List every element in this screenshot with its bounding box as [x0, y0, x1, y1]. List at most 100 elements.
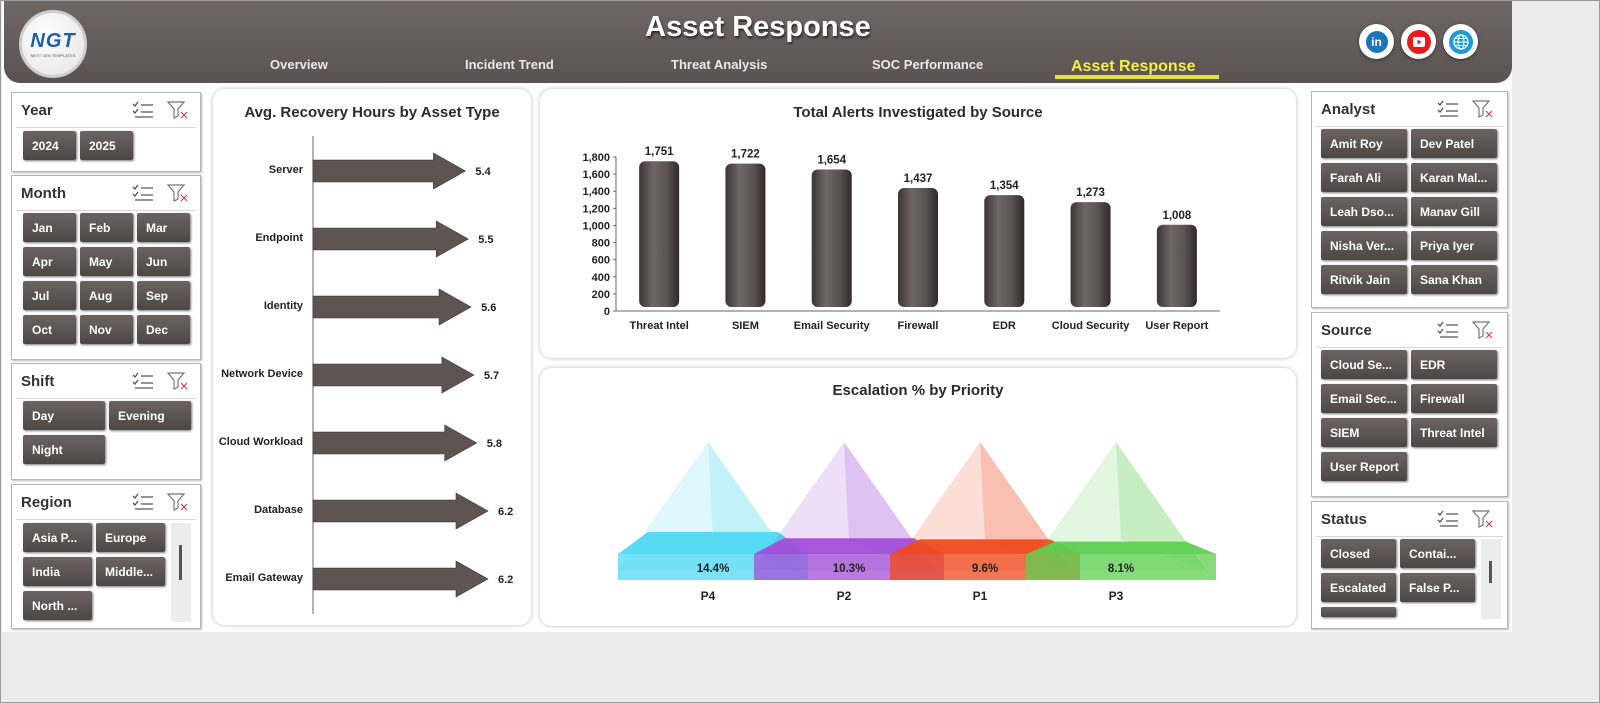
slicer-item[interactable]: Ritvik Jain — [1321, 265, 1407, 294]
bar — [725, 163, 766, 307]
clear-filter-icon[interactable] — [1472, 321, 1494, 339]
slicer-item[interactable]: Apr — [23, 247, 76, 276]
slicer-item[interactable]: Dec — [137, 315, 190, 344]
slicer-item[interactable]: 2025 — [80, 131, 133, 160]
slicer-item[interactable]: Night — [23, 435, 105, 464]
slicer-item[interactable]: Cloud Se... — [1321, 350, 1407, 379]
slicer-item[interactable]: Amit Roy — [1321, 129, 1407, 158]
slicer-divider — [1316, 347, 1503, 348]
x-tick-label: User Report — [1145, 320, 1208, 332]
slicer-item[interactable]: Email Sec... — [1321, 384, 1407, 413]
multi-select-icon[interactable] — [1437, 321, 1459, 339]
x-tick-label: P1 — [973, 589, 988, 603]
slicer-item[interactable]: North ... — [23, 591, 92, 620]
clear-filter-icon[interactable] — [167, 493, 189, 511]
alerts-by-source-chart: 0 200 400 600 800 1,000 1,200 1,400 1,600 1,800 1,… — [582, 146, 1220, 332]
y-tick-label: 1,400 — [582, 186, 610, 198]
scrollbar-thumb[interactable] — [1489, 561, 1492, 583]
y-tick-label: 400 — [592, 272, 610, 284]
category-label: Database — [254, 504, 303, 516]
slicer-item[interactable]: User Report — [1321, 452, 1407, 481]
slicer-item[interactable]: Jun — [137, 247, 190, 276]
x-tick-label: Threat Intel — [629, 320, 688, 332]
data-label: 1,722 — [731, 149, 760, 161]
slicer-scrollbar[interactable] — [1481, 539, 1501, 619]
slicer-item[interactable]: Feb — [80, 213, 133, 242]
slicer-item[interactable]: Threat Intel — [1411, 418, 1497, 447]
slicer-item[interactable]: India — [23, 557, 92, 586]
slicer-title: Status — [1321, 511, 1367, 528]
category-label: Identity — [264, 300, 304, 312]
clear-filter-icon[interactable] — [167, 372, 189, 390]
multi-select-icon[interactable] — [132, 101, 154, 119]
clear-filter-icon[interactable] — [1472, 100, 1494, 118]
slicer-title: Analyst — [1321, 101, 1376, 118]
slicer-item[interactable]: Nisha Ver... — [1321, 231, 1407, 260]
data-label: 1,751 — [645, 146, 674, 158]
slicer-item[interactable]: Nov — [80, 315, 133, 344]
slicer-item-partial[interactable] — [1321, 607, 1396, 617]
data-label: 14.4% — [697, 563, 730, 575]
slicer-item[interactable]: EDR — [1411, 350, 1497, 379]
slicer-item[interactable]: Middle... — [96, 557, 165, 586]
clear-filter-icon[interactable] — [167, 184, 189, 202]
slicer-scrollbar[interactable] — [171, 523, 191, 622]
slicer-item[interactable]: Asia P... — [23, 523, 92, 552]
bar-arrow — [312, 220, 469, 258]
tab-overview[interactable]: Overview — [270, 57, 328, 72]
x-tick-label: Firewall — [898, 320, 939, 332]
slicer-divider — [16, 127, 196, 128]
youtube-button[interactable] — [1401, 24, 1436, 59]
slicer-item[interactable]: Jul — [23, 281, 76, 310]
slicer-item[interactable]: Closed — [1321, 539, 1396, 568]
slicer-item[interactable]: Evening — [109, 401, 191, 430]
x-tick-label: P2 — [837, 589, 852, 603]
slicer-item[interactable]: Aug — [80, 281, 133, 310]
linkedin-button[interactable]: in — [1359, 24, 1394, 59]
slicer-item[interactable]: Priya Iyer — [1411, 231, 1497, 260]
slicer-item[interactable]: Mar — [137, 213, 190, 242]
slicer-item[interactable]: Jan — [23, 213, 76, 242]
data-label: 10.3% — [833, 563, 866, 575]
x-tick-label: SIEM — [732, 320, 759, 332]
slicer-item[interactable]: Firewall — [1411, 384, 1497, 413]
slicer-item[interactable]: 2024 — [23, 131, 76, 160]
data-label: 5.5 — [478, 234, 493, 246]
website-button[interactable] — [1443, 24, 1478, 59]
slicer-item[interactable]: Sana Khan — [1411, 265, 1497, 294]
slicer-item[interactable]: Escalated — [1321, 573, 1396, 602]
slicer-item[interactable]: SIEM — [1321, 418, 1407, 447]
tab-incident-trend[interactable]: Incident Trend — [465, 57, 554, 72]
scrollbar-thumb[interactable] — [179, 545, 182, 580]
slicer-item[interactable]: Leah Dso... — [1321, 197, 1407, 226]
slicer-item[interactable]: May — [80, 247, 133, 276]
slicer-item[interactable]: Sep — [137, 281, 190, 310]
slicer-item[interactable]: False P... — [1400, 573, 1475, 602]
multi-select-icon[interactable] — [1437, 100, 1459, 118]
slicer-item[interactable]: Farah Ali — [1321, 163, 1407, 192]
multi-select-icon[interactable] — [132, 493, 154, 511]
pyramid-top-face — [1026, 541, 1216, 554]
slicer-analyst: Analyst Amit Roy Dev Patel Farah Ali Kar… — [1311, 91, 1508, 308]
y-tick-label: 1,000 — [582, 220, 610, 232]
header-bar: NGT NEXT GEN TEMPLATES Asset Response Ov… — [4, 1, 1512, 83]
clear-filter-icon[interactable] — [1472, 510, 1494, 528]
slicer-item[interactable]: Dev Patel — [1411, 129, 1497, 158]
tab-asset-response[interactable]: Asset Response — [1071, 58, 1196, 76]
x-tick-label: P4 — [701, 589, 716, 603]
bar — [811, 169, 852, 307]
slicer-item[interactable]: Karan Mal... — [1411, 163, 1497, 192]
slicer-item[interactable]: Contai... — [1400, 539, 1475, 568]
slicer-item[interactable]: Manav Gill — [1411, 197, 1497, 226]
multi-select-icon[interactable] — [1437, 510, 1459, 528]
slicer-item[interactable]: Day — [23, 401, 105, 430]
slicer-item[interactable]: Oct — [23, 315, 76, 344]
multi-select-icon[interactable] — [132, 184, 154, 202]
data-label: 5.4 — [475, 166, 491, 178]
tab-soc-performance[interactable]: SOC Performance — [872, 57, 983, 72]
tab-threat-analysis[interactable]: Threat Analysis — [671, 57, 767, 72]
slicer-item[interactable]: Europe — [96, 523, 165, 552]
multi-select-icon[interactable] — [132, 372, 154, 390]
clear-filter-icon[interactable] — [167, 101, 189, 119]
panel-escalation: Escalation % by Priority 14.4% P4 10.3% P2 9… — [540, 368, 1296, 626]
